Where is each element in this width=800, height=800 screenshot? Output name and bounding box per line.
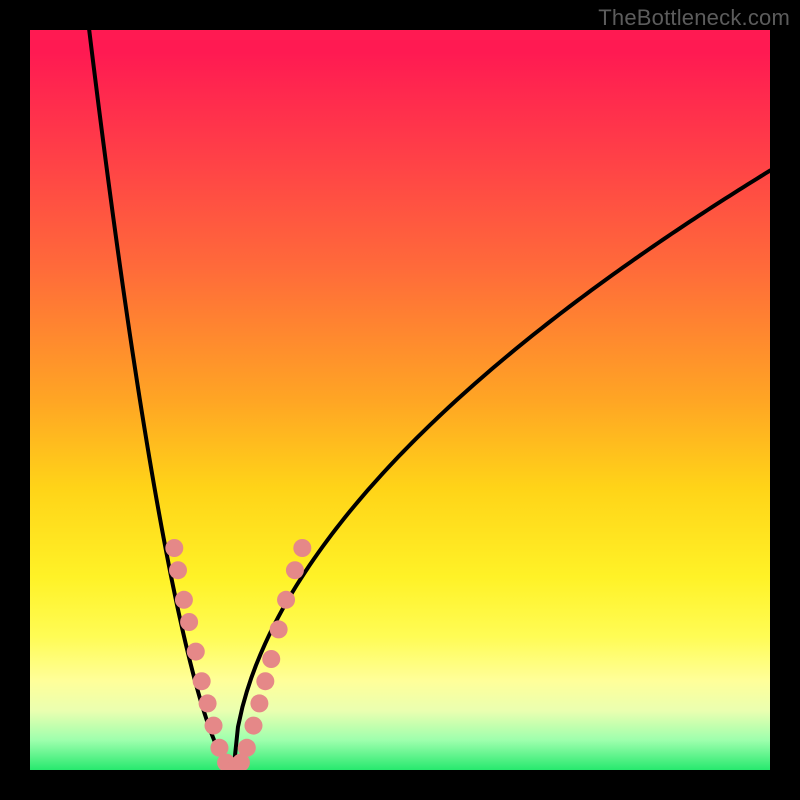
data-dot: [169, 561, 187, 579]
data-dot: [238, 739, 256, 757]
data-dot: [193, 672, 211, 690]
data-dot: [293, 539, 311, 557]
data-dot: [199, 694, 217, 712]
data-dot: [187, 643, 205, 661]
data-dot: [277, 591, 295, 609]
data-dot: [205, 717, 223, 735]
data-dot: [286, 561, 304, 579]
data-dot: [244, 717, 262, 735]
data-dot: [250, 694, 268, 712]
data-dot: [256, 672, 274, 690]
data-dot: [175, 591, 193, 609]
chart-frame: TheBottleneck.com: [0, 0, 800, 800]
bottleneck-curve: [30, 30, 770, 770]
data-dot: [180, 613, 198, 631]
attribution-watermark: TheBottleneck.com: [598, 5, 790, 31]
plot-area: [30, 30, 770, 770]
data-dot: [165, 539, 183, 557]
data-dot: [262, 650, 280, 668]
data-dot: [270, 620, 288, 638]
